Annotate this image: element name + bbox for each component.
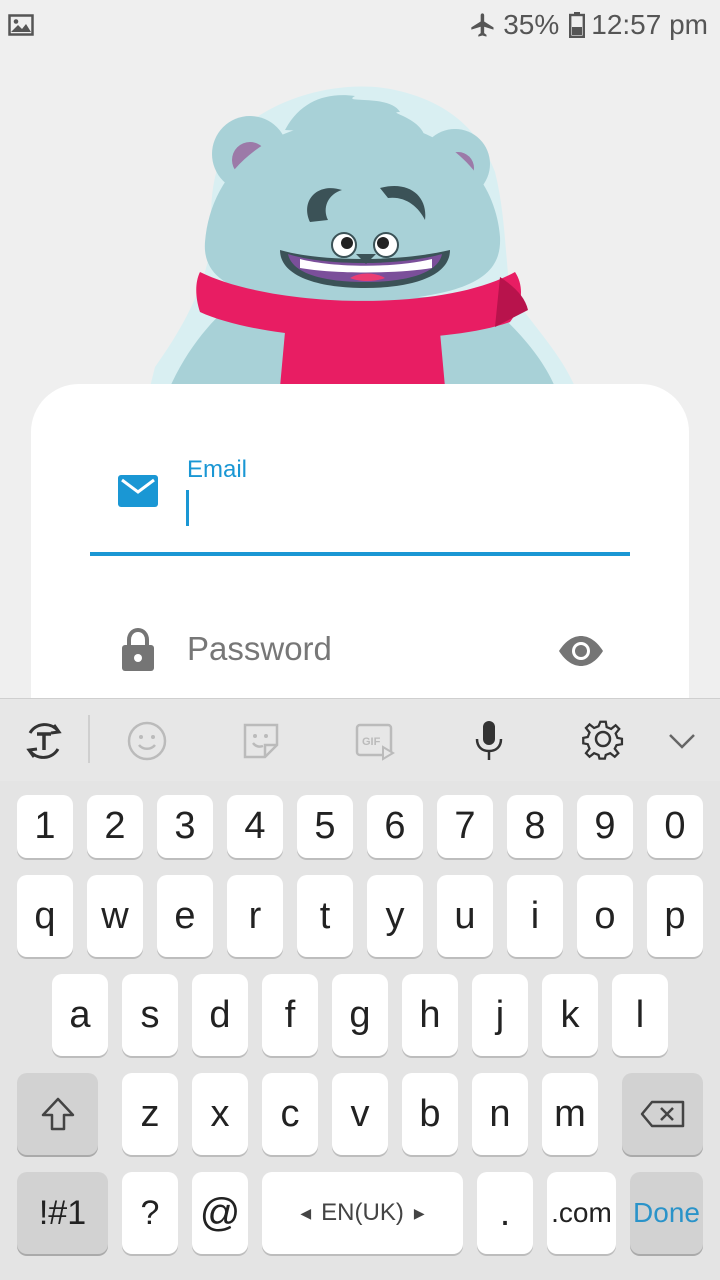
keyboard-toolbar: GIF [0,698,720,782]
key-z[interactable]: z [122,1073,178,1155]
dot-com-key[interactable]: .com [547,1172,616,1254]
key-f[interactable]: f [262,974,318,1056]
done-key[interactable]: Done [630,1172,703,1254]
email-input[interactable] [187,488,627,528]
lock-icon [122,628,154,671]
key-x[interactable]: x [192,1073,248,1155]
key-g[interactable]: g [332,974,388,1056]
key-y[interactable]: y [367,875,423,957]
emoji-icon[interactable] [125,719,169,763]
gallery-icon [8,14,34,36]
at-key[interactable]: @ [192,1172,248,1254]
key-3[interactable]: 3 [157,795,213,858]
airplane-icon [471,13,494,37]
key-o[interactable]: o [577,875,633,957]
key-0[interactable]: 0 [647,795,703,858]
password-field[interactable]: Password [187,630,332,668]
language-right-arrow-icon: ▶ [413,1204,425,1221]
key-i[interactable]: i [507,875,563,957]
key-5[interactable]: 5 [297,795,353,858]
key-h[interactable]: h [402,974,458,1056]
envelope-icon [118,475,158,507]
key-d[interactable]: d [192,974,248,1056]
battery-icon [569,12,586,38]
sticker-icon[interactable] [239,719,283,763]
key-c[interactable]: c [262,1073,318,1155]
key-w[interactable]: w [87,875,143,957]
key-q[interactable]: q [17,875,73,957]
key-8[interactable]: 8 [507,795,563,858]
key-7[interactable]: 7 [437,795,493,858]
show-password-eye-icon[interactable] [558,636,604,666]
toolbar-separator [88,715,90,763]
key-m[interactable]: m [542,1073,598,1155]
space-key[interactable]: ◀ EN(UK) ▶ [262,1172,463,1254]
symbols-key[interactable]: !#1 [17,1172,108,1254]
shift-arrow-icon [41,1097,74,1131]
svg-text:GIF: GIF [362,736,381,748]
settings-icon[interactable] [581,719,625,763]
key-s[interactable]: s [122,974,178,1056]
key-a[interactable]: a [52,974,108,1056]
language-left-arrow-icon: ◀ [300,1204,312,1221]
key-1[interactable]: 1 [17,795,73,858]
text-mode-icon[interactable] [22,719,66,763]
question-mark-key[interactable]: ? [122,1172,178,1254]
key-e[interactable]: e [157,875,213,957]
backspace-icon [640,1100,684,1128]
key-9[interactable]: 9 [577,795,633,858]
keyboard: 1 2 3 4 5 6 7 8 9 0 q w e r t y u i o p … [0,781,720,1280]
key-u[interactable]: u [437,875,493,957]
key-n[interactable]: n [472,1073,528,1155]
gif-icon[interactable]: GIF [353,719,397,763]
microphone-icon[interactable] [467,719,511,763]
key-2[interactable]: 2 [87,795,143,858]
key-t[interactable]: t [297,875,353,957]
key-b[interactable]: b [402,1073,458,1155]
battery-percent: 35% [503,9,560,40]
key-k[interactable]: k [542,974,598,1056]
key-6[interactable]: 6 [367,795,423,858]
space-language-label: EN(UK) [321,1199,404,1226]
email-label: Email [187,456,248,483]
email-underline [90,552,630,556]
clock: 12:57 pm [591,9,708,40]
text-cursor [186,490,189,526]
key-l[interactable]: l [612,974,668,1056]
key-j[interactable]: j [472,974,528,1056]
key-v[interactable]: v [332,1073,388,1155]
status-bar: 35% 12:57 pm [0,0,720,52]
backspace-key[interactable] [622,1073,703,1155]
period-key[interactable]: . [477,1172,533,1254]
collapse-chevron-icon[interactable] [660,719,704,763]
key-4[interactable]: 4 [227,795,283,858]
bear-mascot-illustration [150,86,575,387]
key-p[interactable]: p [647,875,703,957]
shift-key[interactable] [17,1073,98,1155]
key-r[interactable]: r [227,875,283,957]
